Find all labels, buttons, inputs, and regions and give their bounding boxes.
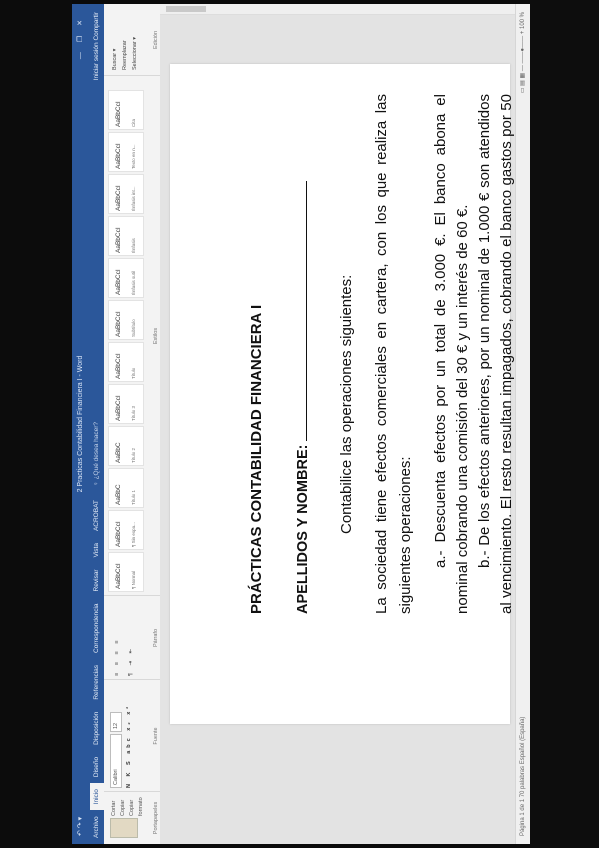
word-window: ↶ ↷ ▾ 2 Practicas Contabilidad Financier… (72, 4, 530, 844)
align-buttons[interactable]: ≡ ≡ ≡ ≡ (110, 638, 124, 676)
tab-vista[interactable]: Vista (90, 537, 104, 563)
style-name: Título (131, 367, 136, 379)
editing-group: Buscar ▾ Reemplazar Seleccionar ▾ Edició… (104, 4, 160, 76)
font-group: Calibri 12 N K S abc x₂ x² Fuente (104, 679, 160, 792)
style-sample: AaBbCcI (115, 311, 122, 337)
select-button[interactable]: Seleccionar ▾ (130, 37, 140, 70)
close-icon[interactable]: ✕ (77, 10, 84, 26)
sign-in-share[interactable]: Iniciar sesión Compartir (90, 12, 104, 80)
styles-group: AaBbCcI ¶ Normal AaBbCcI ¶ Sin espa... AaB… (104, 75, 160, 596)
style-name: Texto en n... (131, 144, 136, 169)
tab-correspondencia[interactable]: Correspondencia (90, 597, 104, 659)
paragraph-label: Párrafo (153, 628, 159, 648)
font-format-buttons[interactable]: N K S abc x₂ x² (126, 704, 132, 788)
style-name: ¶ Normal (131, 570, 136, 589)
style-sample: AaBbCcI (115, 101, 122, 127)
copy-button[interactable]: Copiar (119, 792, 128, 816)
font-size-select[interactable]: 12 (110, 712, 122, 732)
style-subtitle[interactable]: AaBbCcI Subtítulo (108, 300, 144, 340)
style-intense-emphasis[interactable]: AaBbCcI Énfasis int... (108, 174, 144, 214)
style-title[interactable]: AaBbCcI Título (108, 342, 144, 382)
style-name: ¶ Sin espa... (131, 522, 136, 547)
document-page[interactable]: PRÁCTICAS CONTABILIDAD FINANCIERA I APEL… (170, 64, 530, 724)
minimize-icon[interactable]: — (77, 42, 84, 59)
tab-referencias[interactable]: Referencias (90, 659, 104, 706)
tab-archivo[interactable]: Archivo (90, 810, 104, 844)
tab-acrobat[interactable]: ACROBAT (90, 494, 104, 537)
cut-button[interactable]: Cortar (110, 792, 119, 816)
tab-diseno[interactable]: Diseño (90, 751, 104, 783)
style-name: Subtítulo (131, 319, 136, 337)
item-a: a.- Descuenta efectos por un total de 3.… (432, 94, 471, 614)
status-left: Página 1 de 1 70 palabras Español (Españ… (520, 716, 526, 836)
style-sample: AaBbCcI (115, 395, 122, 421)
style-heading-1[interactable]: AaBbC Título 1 (108, 468, 144, 508)
clipboard-items: Cortar Copiar Copiar formato (110, 792, 146, 816)
operations-paragraph: La sociedad tiene efectos comerciales en… (373, 94, 414, 614)
style-sample: AaBbCcI (115, 185, 122, 211)
status-bar: Página 1 de 1 70 palabras Español (Españ… (515, 4, 530, 844)
title-bar: ↶ ↷ ▾ 2 Practicas Contabilidad Financier… (72, 4, 90, 844)
paragraph-group: ≡ ≡ ≡ ≡ ¶ ⇥ ⇤ Párrafo (104, 595, 160, 680)
styles-label: Estilos (153, 327, 159, 345)
ribbon: Cortar Copiar Copiar formato Portapapele… (104, 4, 161, 844)
tab-revisar[interactable]: Revisar (90, 563, 104, 597)
ribbon-tabs: ArchivoInicioDiseñoDisposiciónReferencia… (90, 4, 104, 844)
style-normal[interactable]: AaBbCcI ¶ Normal (108, 552, 144, 592)
style-heading-2[interactable]: AaBbC Título 2 (108, 426, 144, 466)
editing-items: Buscar ▾ Reemplazar Seleccionar ▾ (110, 37, 140, 70)
photo-background-left (0, 0, 72, 848)
window-controls[interactable]: —❐✕ (72, 10, 90, 59)
style-heading-3[interactable]: AaBbCcI Título 3 (108, 384, 144, 424)
name-underline (294, 180, 307, 441)
style-name: Énfasis (131, 238, 136, 253)
style-subtle-emphasis[interactable]: AaBbCcI Énfasis sutil (108, 258, 144, 298)
style-name: Énfasis sutil (131, 270, 136, 295)
tell-me-search[interactable]: ♀ ¿Qué desea hacer? (90, 414, 104, 494)
vertical-scrollbar[interactable] (160, 4, 516, 15)
editing-label: Edición (153, 30, 159, 50)
document-canvas[interactable]: PRÁCTICAS CONTABILIDAD FINANCIERA I APEL… (160, 4, 530, 844)
window-title: 2 Practicas Contabilidad Financiera I - … (77, 355, 84, 493)
zoom-controls[interactable]: ▭ ▤ ▦ — ——●—— + 100 % (516, 12, 530, 93)
intro-text: Contabilice las operaciones siguientes: (338, 274, 355, 534)
style-strong[interactable]: AaBbCcI Texto en n... (108, 132, 144, 172)
clipboard-label: Portapapeles (153, 801, 159, 835)
style-name: Título 1 (131, 489, 136, 505)
style-sample: AaBbCcI (115, 353, 122, 379)
style-name: Título 2 (131, 447, 136, 463)
scrollbar-thumb[interactable] (166, 6, 206, 12)
photo-background-right (530, 0, 599, 848)
tab-inicio[interactable]: Inicio (90, 783, 104, 811)
style-name: Énfasis int... (131, 186, 136, 211)
find-button[interactable]: Buscar ▾ (110, 37, 120, 70)
clipboard-group: Cortar Copiar Copiar formato Portapapele… (104, 791, 160, 844)
style-sample: AaBbCcI (115, 521, 122, 547)
style-no-spacing[interactable]: AaBbCcI ¶ Sin espa... (108, 510, 144, 550)
style-sample: AaBbC (115, 484, 122, 505)
style-name: Título 3 (131, 405, 136, 421)
name-field: APELLIDOS Y NOMBRE: (294, 180, 311, 614)
style-emphasis[interactable]: AaBbCcI Énfasis (108, 216, 144, 256)
document-title: PRÁCTICAS CONTABILIDAD FINANCIERA I (248, 304, 265, 614)
font-family-select[interactable]: Calibri (110, 734, 122, 788)
style-name: Cita (131, 118, 136, 127)
style-quote[interactable]: AaBbCcI Cita (108, 90, 144, 130)
font-label: Fuente (153, 727, 159, 745)
maximize-icon[interactable]: ❐ (77, 26, 84, 42)
style-sample: AaBbCcI (115, 269, 122, 295)
paste-button[interactable] (110, 818, 138, 838)
tab-disposicion[interactable]: Disposición (90, 706, 104, 751)
style-sample: AaBbCcI (115, 563, 122, 589)
replace-button[interactable]: Reemplazar (120, 37, 130, 70)
indent-buttons[interactable]: ¶ ⇥ ⇤ (124, 638, 138, 676)
paragraph-buttons[interactable]: ≡ ≡ ≡ ≡ ¶ ⇥ ⇤ (110, 638, 138, 676)
style-sample: AaBbCcI (115, 227, 122, 253)
style-sample: AaBbCcI (115, 143, 122, 169)
style-sample: AaBbC (115, 442, 122, 463)
format-painter-button[interactable]: Copiar formato (128, 792, 146, 816)
name-label: APELLIDOS Y NOMBRE: (295, 444, 311, 614)
